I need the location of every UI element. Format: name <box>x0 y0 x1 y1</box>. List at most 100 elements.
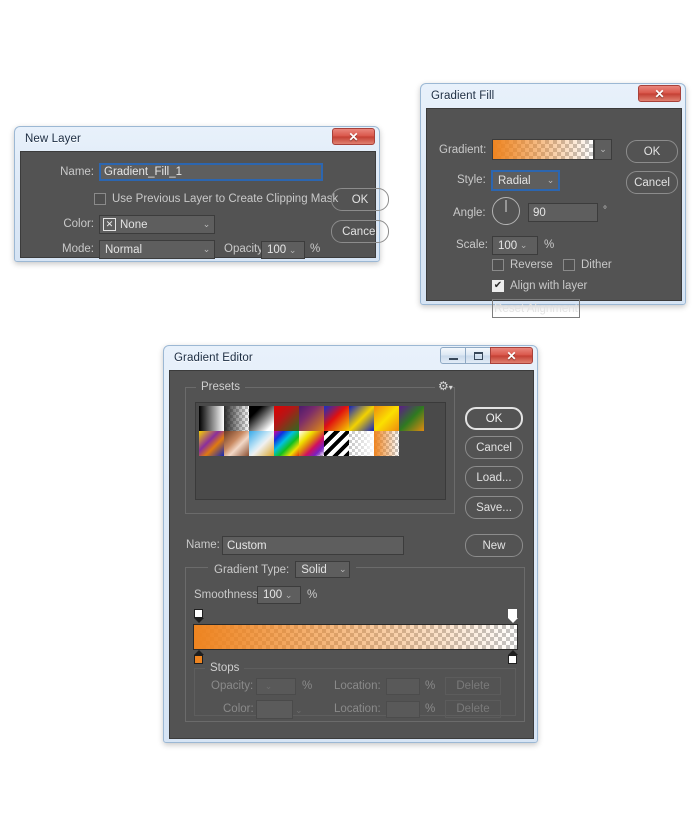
color-none-swatch-icon: ✕ <box>103 218 116 231</box>
stops-color-swatch <box>256 700 293 719</box>
preset-swatch-spectrum[interactable] <box>274 431 299 456</box>
gradient-fill-style-select[interactable]: Radial ⌄ <box>492 171 559 190</box>
stops-delete-color-button: Delete <box>445 700 501 718</box>
stops-location-top-label: Location: <box>334 680 381 692</box>
align-with-layer-checkbox[interactable]: ✔ <box>492 280 504 292</box>
preset-fill <box>324 431 349 456</box>
preset-swatch-foreground-to-background[interactable] <box>199 406 224 431</box>
stops-delete-opacity-button: Delete <box>445 677 501 695</box>
new-layer-color-select[interactable]: ✕ None ⌄ <box>99 215 215 234</box>
clipping-mask-checkbox-row[interactable]: Use Previous Layer to Create Clipping Ma… <box>94 193 338 205</box>
presets-swatch-grid <box>196 403 445 456</box>
opacity-stop-left-square <box>194 609 203 618</box>
new-layer-opacity-percent: % <box>310 243 321 255</box>
reverse-checkbox-row[interactable]: Reverse <box>492 259 553 271</box>
preset-swatch-transparent-stripes[interactable] <box>324 431 349 456</box>
preset-swatch-orange-to-transparent[interactable] <box>374 431 399 456</box>
new-layer-name-input[interactable]: Gradient_Fill_1 <box>99 163 323 181</box>
dither-checkbox[interactable] <box>563 259 575 271</box>
preset-swatch-foreground-to-transparent[interactable] <box>224 406 249 431</box>
gradient-fill-angle-input[interactable]: 90 <box>528 203 598 222</box>
new-layer-cancel-button[interactable]: Cancel <box>331 220 389 243</box>
gradient-editor-ok-button[interactable]: OK <box>465 407 523 430</box>
gradient-fill-gradient-preview[interactable] <box>492 139 594 160</box>
gradient-editor-minimize-button[interactable] <box>440 347 466 364</box>
gradient-editor-new-button[interactable]: New <box>465 534 523 557</box>
preset-swatch-chrome[interactable] <box>249 431 274 456</box>
preset-fill <box>299 406 324 431</box>
presets-swatch-well[interactable] <box>195 402 446 500</box>
gradient-fill-scale-value: 100 <box>498 239 518 252</box>
gradient-type-group: Gradient Type: Solid ⌄ Smoothness: 100 ⌄… <box>185 561 525 722</box>
stops-location-bottom-input <box>386 701 420 718</box>
gradient-editor-save-button[interactable]: Save... <box>465 496 523 519</box>
clipping-mask-checkbox[interactable] <box>94 193 106 205</box>
maximize-icon <box>473 351 483 360</box>
gradient-fill-ok-button[interactable]: OK <box>626 140 678 163</box>
reset-alignment-button[interactable]: Reset Alignment <box>492 299 580 318</box>
color-stop-right[interactable] <box>507 650 518 664</box>
gradient-editor-maximize-button[interactable] <box>465 347 491 364</box>
chevron-down-icon: ⌄ <box>338 564 347 574</box>
stops-location-top-percent: % <box>425 680 436 692</box>
preset-swatch-transparent-rainbow[interactable] <box>299 431 324 456</box>
clipping-mask-label: Use Previous Layer to Create Clipping Ma… <box>112 193 339 205</box>
color-stop-left[interactable] <box>193 650 204 664</box>
preset-swatch-orange-yellow-orange[interactable] <box>374 406 399 431</box>
preset-swatch-violet-orange[interactable] <box>299 406 324 431</box>
chevron-down-icon: ⌄ <box>599 144 607 154</box>
preset-swatch-violet-green-orange[interactable] <box>399 406 424 431</box>
reverse-checkbox[interactable] <box>492 259 504 271</box>
align-with-layer-checkbox-row[interactable]: ✔ Align with layer <box>492 280 587 292</box>
opacity-stop-right-square <box>508 609 517 618</box>
stops-opacity-label: Opacity: <box>211 680 254 692</box>
gradient-editor-name-input[interactable]: Custom <box>222 536 404 555</box>
gradient-editor-cancel-button[interactable]: Cancel <box>465 436 523 459</box>
preset-swatch-transparent-to-white[interactable] <box>349 431 374 456</box>
gradient-fill-window: Gradient Fill ✕ Gradient: ⌄ Style: Radia… <box>420 83 686 318</box>
gradient-strip[interactable] <box>193 624 518 650</box>
preset-swatch-black-white[interactable] <box>249 406 274 431</box>
new-layer-mode-value: Normal <box>105 243 143 256</box>
gradient-editor-close-button[interactable]: ✕ <box>490 347 533 364</box>
new-layer-mode-label: Mode: <box>62 243 94 255</box>
stops-group-label: Stops <box>205 662 245 674</box>
gradient-fill-angle-label: Angle: <box>453 207 486 219</box>
chevron-down-icon[interactable]: ⌄ <box>286 245 299 256</box>
gradient-fill-cancel-button[interactable]: Cancel <box>626 171 678 194</box>
gradient-editor-load-button[interactable]: Load... <box>465 466 523 489</box>
preset-swatch-red-green[interactable] <box>274 406 299 431</box>
gradient-editor-titlebar[interactable]: Gradient Editor ✕ <box>168 346 533 369</box>
gradient-editor-window: Gradient Editor ✕ Presets ⚙▾ Name: Custo… <box>163 345 538 743</box>
gradient-fill-gradient-dropdown[interactable]: ⌄ <box>594 139 612 160</box>
preset-swatch-blue-yellow-blue[interactable] <box>349 406 374 431</box>
gear-icon[interactable]: ⚙▾ <box>435 380 453 392</box>
new-layer-titlebar[interactable]: New Layer ✕ <box>19 127 375 150</box>
opacity-stop-left[interactable] <box>193 609 204 623</box>
gradient-type-value: Solid <box>301 563 327 576</box>
dither-checkbox-row[interactable]: Dither <box>563 259 612 271</box>
preset-swatch-yellow-violet-orange-blue[interactable] <box>199 431 224 456</box>
new-layer-mode-select[interactable]: Normal ⌄ <box>99 240 215 259</box>
opacity-stop-left-arrow <box>193 618 204 623</box>
gradient-fill-close-button[interactable]: ✕ <box>638 85 681 102</box>
chevron-down-icon[interactable]: ⌄ <box>282 590 295 601</box>
angle-dial[interactable] <box>492 197 520 225</box>
gradient-fill-style-value: Radial <box>498 174 531 187</box>
new-layer-ok-button[interactable]: OK <box>331 188 389 211</box>
new-layer-close-button[interactable]: ✕ <box>332 128 375 145</box>
new-layer-opacity-input[interactable]: 100 ⌄ <box>261 241 305 259</box>
chevron-down-icon: ⌄ <box>546 175 555 185</box>
gradient-fill-scale-input[interactable]: 100 ⌄ <box>492 236 538 255</box>
gradient-type-select[interactable]: Solid ⌄ <box>295 561 351 578</box>
gradient-fill-titlebar[interactable]: Gradient Fill ✕ <box>425 84 681 107</box>
opacity-stop-right[interactable] <box>507 609 518 623</box>
new-layer-title: New Layer <box>25 132 81 145</box>
preset-swatch-copper[interactable] <box>224 431 249 456</box>
new-layer-body: Name: Gradient_Fill_1 Use Previous Layer… <box>20 151 389 259</box>
preset-fill <box>349 406 374 431</box>
smoothness-input[interactable]: 100 ⌄ <box>257 586 301 604</box>
chevron-down-icon[interactable]: ⌄ <box>517 240 530 251</box>
preset-swatch-blue-red-yellow[interactable] <box>324 406 349 431</box>
gradient-fill-style-label: Style: <box>457 174 486 186</box>
